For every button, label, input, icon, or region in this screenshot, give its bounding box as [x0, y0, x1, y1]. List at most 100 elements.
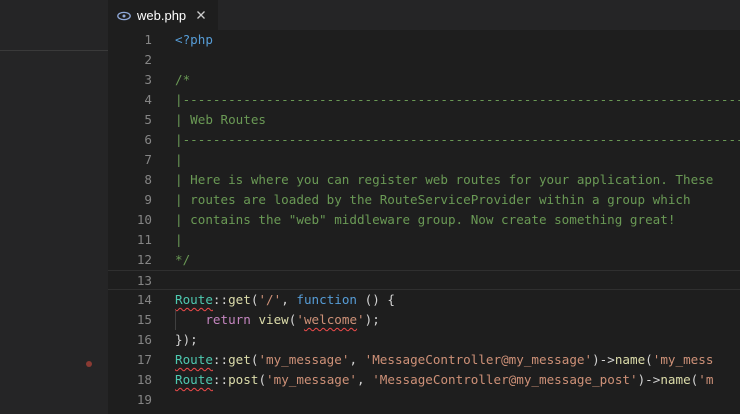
- code-editor[interactable]: 1 <?php 2 3 /* 4 |----------------------------…: [108, 30, 740, 414]
- close-icon[interactable]: [194, 7, 208, 21]
- code-line[interactable]: 8 | Here is where you can register web ro…: [108, 170, 740, 190]
- code-line[interactable]: 14 Route::get('/', function () {: [108, 290, 740, 310]
- code-token: ::: [212, 292, 229, 307]
- line-number: 5: [144, 112, 152, 127]
- code-token: Route: [175, 372, 213, 387]
- code-token: <?php: [175, 32, 213, 47]
- code-line[interactable]: 1 <?php: [108, 30, 740, 50]
- code-token: */: [175, 252, 191, 267]
- code-line[interactable]: 19: [108, 390, 740, 410]
- breakpoint-marker[interactable]: [86, 361, 92, 367]
- code-token: ,: [349, 352, 365, 367]
- line-number: 3: [144, 72, 152, 87]
- code-token: get: [228, 352, 251, 367]
- code-token: });: [175, 332, 198, 347]
- code-text: |---------------------------------------…: [175, 130, 740, 150]
- code-token: );: [364, 312, 380, 327]
- code-token: | Here is where you can register web rou…: [175, 172, 714, 187]
- code-token: name: [614, 352, 646, 367]
- code-text: return view('welcome');: [175, 310, 380, 330]
- code-token: |: [175, 152, 183, 167]
- code-line[interactable]: 9 | routes are loaded by the RouteService…: [108, 190, 740, 210]
- code-token: welcome: [303, 312, 358, 327]
- code-token: function: [296, 292, 358, 307]
- code-token: name: [660, 372, 691, 387]
- code-line[interactable]: 6 |--------------------------------------…: [108, 130, 740, 150]
- php-file-icon: [117, 8, 131, 22]
- code-text: |: [175, 150, 183, 170]
- line-number: 7: [144, 152, 152, 167]
- tab-web-php[interactable]: web.php: [108, 0, 218, 30]
- code-line[interactable]: 16});: [108, 330, 740, 350]
- line-number: 8: [144, 172, 152, 187]
- code-line[interactable]: 12 */: [108, 250, 740, 270]
- code-token: 'MessageController@my_message_post': [372, 372, 638, 387]
- code-token: return: [205, 312, 251, 327]
- code-token: (: [645, 352, 653, 367]
- code-line[interactable]: 3 /*: [108, 70, 740, 90]
- code-line[interactable]: 5 | Web Routes: [108, 110, 740, 130]
- line-number: 14: [136, 292, 152, 307]
- code-text: Route::get('/', function () {: [175, 290, 395, 310]
- code-token: | contains the "web" middleware group. N…: [175, 212, 676, 227]
- line-number: 19: [136, 392, 152, 407]
- line-number: 4: [144, 92, 152, 107]
- code-token: get: [228, 292, 251, 307]
- code-token: |---------------------------------------…: [175, 92, 740, 107]
- code-token: () {: [357, 292, 395, 307]
- code-token: Route: [175, 352, 213, 367]
- code-line[interactable]: 17 Route::get ( 'my_message', 'MessageContr…: [108, 350, 740, 370]
- line-number: 17: [136, 352, 152, 367]
- tab-label: web.php: [137, 7, 187, 23]
- code-text: /*: [175, 70, 190, 90]
- code-line[interactable]: 4 |--------------------------------------…: [108, 90, 740, 110]
- line-number: 9: [144, 192, 152, 207]
- code-token: /*: [175, 72, 191, 87]
- code-token: | Web Routes: [175, 112, 266, 127]
- code-token: )->: [592, 352, 615, 367]
- code-text: | Here is where you can register web rou…: [175, 170, 713, 190]
- code-line[interactable]: 15 return view('welcome');: [108, 310, 740, 330]
- code-token: '/': [258, 292, 282, 307]
- line-number: 10: [136, 212, 152, 227]
- code-token: | routes are loaded by the RouteServiceP…: [175, 192, 691, 207]
- code-token: ,: [281, 292, 297, 307]
- line-number: 15: [136, 312, 152, 327]
- line-number: 1: [144, 32, 152, 47]
- line-number: 13: [136, 273, 152, 288]
- code-token: ::: [212, 352, 229, 367]
- side-panel: [0, 0, 108, 414]
- code-token: 'MessageController@my_message': [364, 352, 593, 367]
- code-token: ::: [212, 372, 229, 387]
- code-line[interactable]: 13: [108, 270, 740, 290]
- code-text: <?php: [175, 30, 213, 50]
- code-text: });: [175, 330, 198, 350]
- code-text: | Web Routes: [175, 110, 266, 130]
- code-line[interactable]: 2: [108, 50, 740, 70]
- code-token: 'my_message': [258, 352, 350, 367]
- code-text: | contains the "web" middleware group. N…: [175, 210, 675, 230]
- code-token: )->: [637, 372, 661, 387]
- line-number: 18: [136, 372, 152, 387]
- line-number: 11: [136, 232, 152, 247]
- line-number: 12: [136, 252, 152, 267]
- code-token: post: [228, 372, 259, 387]
- code-token: 'm: [698, 372, 714, 387]
- code-token: |---------------------------------------…: [175, 132, 740, 147]
- code-token: 'my_mess: [652, 352, 714, 367]
- line-number: 6: [144, 132, 152, 147]
- code-text: Route::post('my_message', 'MessageContro…: [175, 370, 713, 390]
- code-line[interactable]: 11 |: [108, 230, 740, 250]
- code-text: |---------------------------------------…: [175, 90, 740, 110]
- line-number: 16: [136, 332, 152, 347]
- code-token: ': [296, 312, 304, 327]
- code-line[interactable]: 10 | contains the "web" middleware group.…: [108, 210, 740, 230]
- editor-tab-bar: web.php: [108, 0, 740, 30]
- code-line[interactable]: 18 Route::post('my_message', 'MessageCont…: [108, 370, 740, 390]
- code-text: */: [175, 250, 190, 270]
- code-token: view: [258, 312, 289, 327]
- code-token: (: [258, 372, 267, 387]
- code-token: ': [357, 312, 365, 327]
- code-line[interactable]: 7 |: [108, 150, 740, 170]
